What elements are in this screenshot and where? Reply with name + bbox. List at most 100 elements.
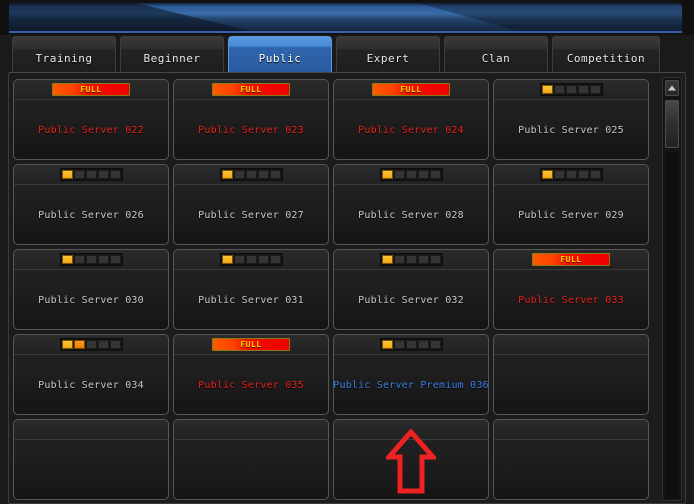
scroll-up-button[interactable] <box>665 80 679 96</box>
server-population-meter <box>59 253 123 266</box>
server-card[interactable]: FULL Public Server 022 <box>13 79 169 160</box>
server-card[interactable]: FULL Public Server 023 <box>173 79 329 160</box>
server-card-body: Public Server 028 <box>334 185 488 244</box>
tab-label: Expert <box>366 52 410 65</box>
server-card-body: Public Server 035 <box>174 355 328 414</box>
meter-segment <box>97 255 109 264</box>
server-cell: FULL Public Server 035 <box>173 332 333 417</box>
server-card[interactable]: Public Server 030 <box>13 249 169 330</box>
server-cell: FULL Public Server 033 <box>493 247 653 332</box>
meter-segment <box>85 340 97 349</box>
server-cell <box>13 417 173 501</box>
server-card[interactable]: Public Server 031 <box>173 249 329 330</box>
server-name: Public Server 022 <box>38 124 144 136</box>
banner-edge-right <box>685 0 694 35</box>
server-card[interactable]: Public Server 026 <box>13 164 169 245</box>
server-card[interactable]: Public Server Premium 036 <box>333 334 489 415</box>
server-full-label: FULL <box>80 84 102 94</box>
server-card-body: Public Server 031 <box>174 270 328 329</box>
server-card-header <box>494 80 648 100</box>
meter-segment <box>429 170 441 179</box>
scrollbar-thumb[interactable] <box>665 100 679 148</box>
meter-segment <box>245 255 257 264</box>
server-cell <box>493 417 653 501</box>
server-card[interactable]: FULL Public Server 035 <box>173 334 329 415</box>
server-name: Public Server 031 <box>198 294 304 306</box>
meter-segment <box>257 170 269 179</box>
meter-segment <box>589 170 601 179</box>
server-card-body <box>494 440 648 499</box>
meter-segment <box>73 340 85 349</box>
tab-expert[interactable]: Expert <box>336 36 440 72</box>
meter-segment <box>393 340 405 349</box>
server-card-header <box>494 420 648 440</box>
meter-segment <box>405 255 417 264</box>
server-card-header <box>494 165 648 185</box>
meter-segment <box>97 170 109 179</box>
server-full-label: FULL <box>400 84 422 94</box>
server-card-body: Public Server 023 <box>174 100 328 159</box>
tab-competition[interactable]: Competition <box>552 36 660 72</box>
server-cell <box>333 417 493 501</box>
tab-label: Public <box>258 52 302 65</box>
server-card-header <box>334 165 488 185</box>
server-card-header <box>174 250 328 270</box>
meter-segment <box>565 85 577 94</box>
server-card-header <box>14 165 168 185</box>
banner-frame <box>6 3 682 32</box>
server-card-body: Public Server 032 <box>334 270 488 329</box>
meter-segment <box>589 85 601 94</box>
server-card-body: Public Server Premium 036 <box>333 355 489 414</box>
server-card[interactable]: FULL Public Server 024 <box>333 79 489 160</box>
server-card-body <box>494 355 648 414</box>
server-card-empty <box>13 419 169 500</box>
server-card-empty <box>493 419 649 500</box>
meter-segment <box>73 255 85 264</box>
server-cell: Public Server 025 <box>493 77 653 162</box>
server-card-empty <box>493 334 649 415</box>
server-cell: Public Server 028 <box>333 162 493 247</box>
meter-segment <box>85 170 97 179</box>
server-card-header <box>14 335 168 355</box>
tab-public[interactable]: Public <box>228 36 332 72</box>
server-cell: Public Server 026 <box>13 162 173 247</box>
meter-segment <box>97 340 109 349</box>
tab-beginner[interactable]: Beginner <box>120 36 224 72</box>
meter-segment <box>233 255 245 264</box>
server-card[interactable]: Public Server 028 <box>333 164 489 245</box>
server-name: Public Server 023 <box>198 124 304 136</box>
tab-clan[interactable]: Clan <box>444 36 548 72</box>
server-card[interactable]: Public Server 025 <box>493 79 649 160</box>
server-cell: Public Server 031 <box>173 247 333 332</box>
server-card[interactable]: Public Server 032 <box>333 249 489 330</box>
server-card-header: FULL <box>494 250 648 270</box>
server-name: Public Server 027 <box>198 209 304 221</box>
meter-segment <box>553 170 565 179</box>
server-name: Public Server 028 <box>358 209 464 221</box>
server-card[interactable]: FULL Public Server 033 <box>493 249 649 330</box>
server-population-meter <box>379 168 443 181</box>
server-card[interactable]: Public Server 027 <box>173 164 329 245</box>
server-card[interactable]: Public Server 034 <box>13 334 169 415</box>
server-card-body: Public Server 034 <box>14 355 168 414</box>
meter-segment <box>245 170 257 179</box>
meter-segment <box>109 170 121 179</box>
tab-training[interactable]: Training <box>12 36 116 72</box>
server-full-badge: FULL <box>532 253 610 266</box>
server-population-meter <box>539 168 603 181</box>
server-name: Public Server Premium 036 <box>333 379 489 391</box>
server-list-scrollbar[interactable] <box>662 77 682 501</box>
server-population-meter <box>59 168 123 181</box>
server-card-body: Public Server 024 <box>334 100 488 159</box>
server-browser-window: Training Beginner Public Expert Clan Competit… <box>0 0 694 504</box>
meter-segment <box>381 255 393 264</box>
meter-segment <box>61 340 73 349</box>
server-card[interactable]: Public Server 029 <box>493 164 649 245</box>
server-card-body: Public Server 029 <box>494 185 648 244</box>
server-full-label: FULL <box>240 84 262 94</box>
meter-segment <box>269 170 281 179</box>
server-population-meter <box>219 168 283 181</box>
server-card-empty <box>333 419 489 500</box>
meter-segment <box>429 340 441 349</box>
scrollbar-track[interactable] <box>665 152 679 498</box>
